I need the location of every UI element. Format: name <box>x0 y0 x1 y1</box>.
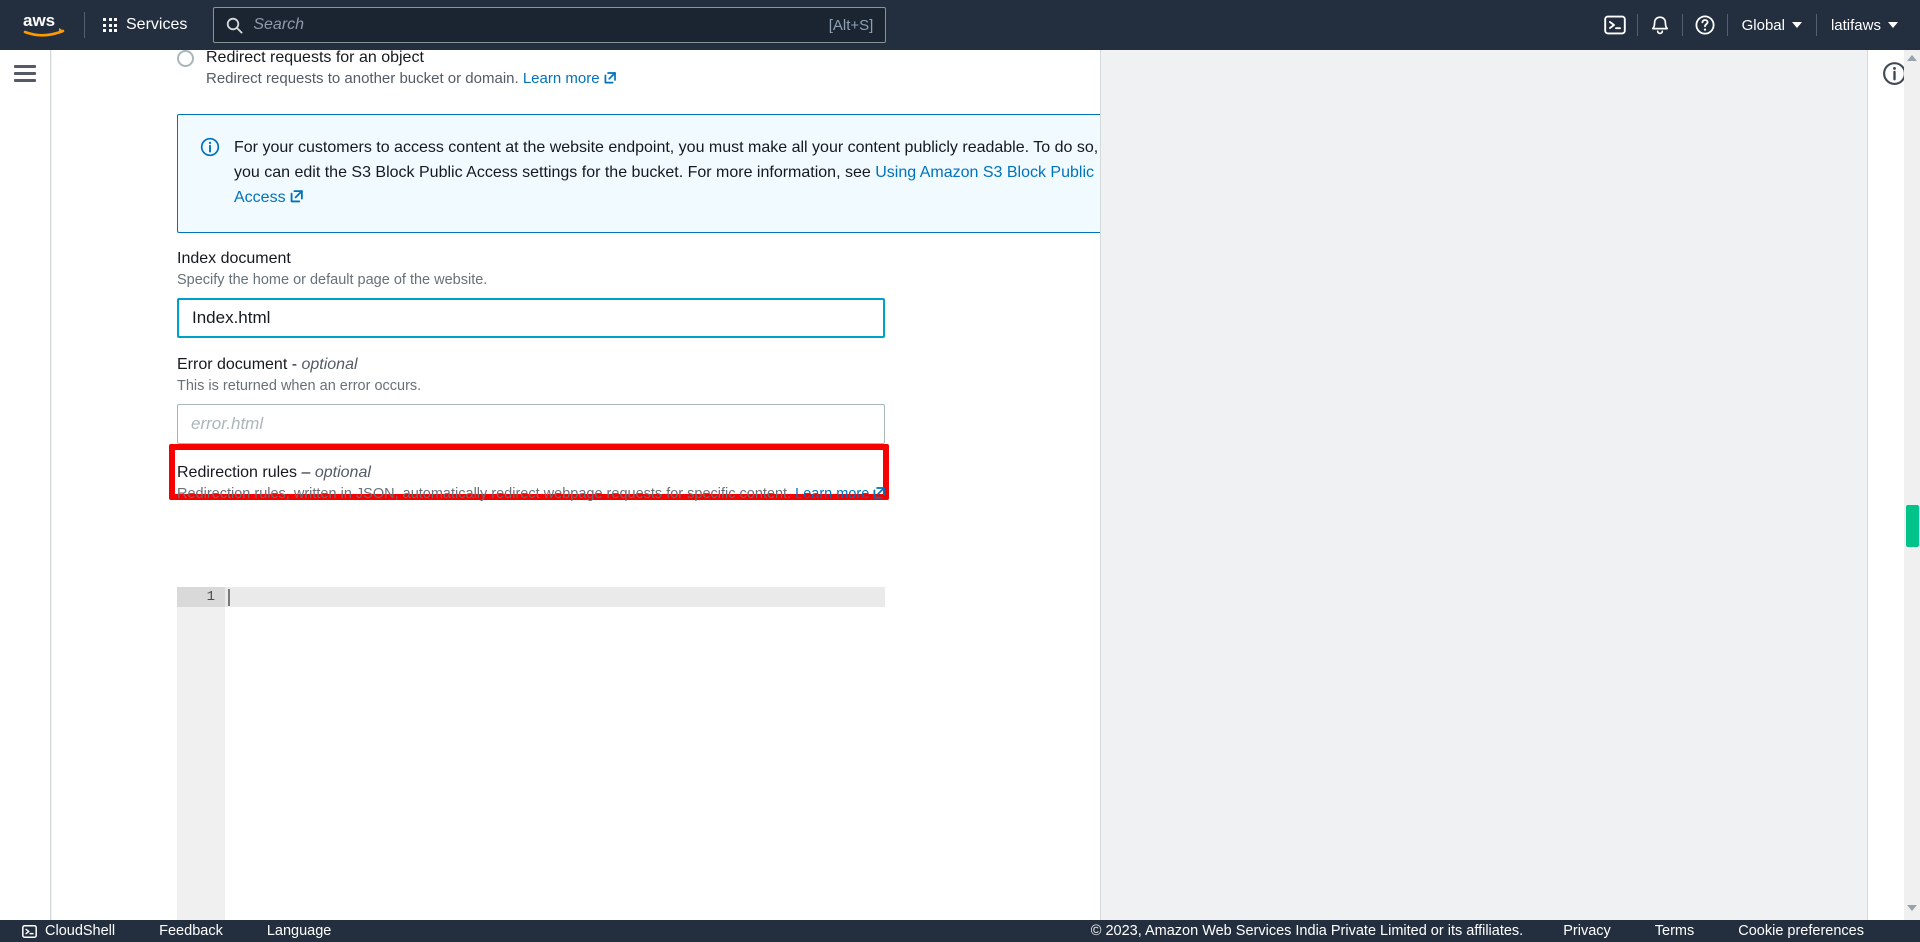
radio-option-description: Redirect requests to another bucket or d… <box>206 69 617 91</box>
error-document-label: Error document - optional <box>177 356 358 373</box>
radio-option-redirect-requests[interactable]: Redirect requests for an object Redirect… <box>177 50 617 91</box>
index-document-label: Index document <box>177 250 291 267</box>
search-input[interactable] <box>253 16 821 34</box>
main-content-pane: Redirect requests for an object Redirect… <box>52 50 1101 920</box>
editor-text-cursor <box>228 589 230 606</box>
aws-logo[interactable]: aws <box>12 0 78 50</box>
left-navigation-rail <box>0 50 51 920</box>
page-scrollbar-track[interactable] <box>1904 50 1920 920</box>
footer-cloudshell-button[interactable]: CloudShell <box>14 923 137 939</box>
top-navigation-bar: aws Services [Alt+S] <box>0 0 1920 50</box>
cloudshell-button[interactable] <box>1593 0 1637 50</box>
search-shortcut-hint: [Alt+S] <box>828 16 874 34</box>
svg-text:aws: aws <box>23 11 55 30</box>
footer-cookie-preferences-link[interactable]: Cookie preferences <box>1716 920 1886 942</box>
redirection-rules-field-group: Redirection rules – optional Redirection… <box>177 462 886 506</box>
footer-feedback-link[interactable]: Feedback <box>137 920 245 942</box>
services-menu-button[interactable]: Services <box>91 7 199 43</box>
alert-message: For your customers to access content at … <box>234 135 1100 212</box>
editor-line-number: 1 <box>177 587 225 607</box>
global-search-box[interactable]: [Alt+S] <box>213 7 887 43</box>
learn-more-link-redirection-rules[interactable]: Learn more <box>795 486 869 502</box>
cloudshell-icon <box>22 924 37 938</box>
redirection-rules-label: Redirection rules – optional <box>177 464 371 481</box>
error-document-description: This is returned when an error occurs. <box>177 378 422 394</box>
footer-cloudshell-label: CloudShell <box>45 923 116 939</box>
notifications-button[interactable] <box>1638 0 1682 50</box>
chevron-down-icon <box>1888 22 1898 28</box>
cloudshell-icon <box>1603 15 1626 35</box>
footer-privacy-link[interactable]: Privacy <box>1541 920 1633 942</box>
learn-more-link-redirect[interactable]: Learn more <box>523 70 600 87</box>
region-selector[interactable]: Global <box>1728 0 1816 50</box>
index-document-description: Specify the home or default page of the … <box>177 272 488 288</box>
hamburger-menu-icon[interactable] <box>14 65 36 82</box>
scroll-down-arrow-icon[interactable] <box>1907 905 1917 911</box>
external-link-icon <box>289 187 304 212</box>
radio-option-label: Redirect requests for an object <box>206 50 424 66</box>
footer-copyright: © 2023, Amazon Web Services India Privat… <box>1090 923 1524 939</box>
editor-active-line[interactable] <box>225 587 885 607</box>
editor-line-number-gutter: 1 <box>177 587 225 920</box>
redirection-rules-description: Redirection rules, written in JSON, auto… <box>177 484 886 506</box>
footer-left-group: CloudShell Feedback Language <box>0 920 353 942</box>
index-document-input[interactable] <box>177 298 885 338</box>
grid-icon <box>103 18 117 32</box>
page-footer: CloudShell Feedback Language © 2023, Ama… <box>0 920 1920 942</box>
error-document-input[interactable] <box>177 404 885 444</box>
footer-language-link[interactable]: Language <box>245 920 354 942</box>
help-button[interactable] <box>1683 0 1727 50</box>
public-access-info-alert: For your customers to access content at … <box>177 114 1100 233</box>
page-shell: Redirect requests for an object Redirect… <box>0 50 1920 920</box>
nav-right-group: Global latifaws <box>1593 0 1920 50</box>
chevron-down-icon <box>1791 22 1802 28</box>
nav-divider <box>84 12 85 38</box>
help-circle-icon <box>1695 15 1715 35</box>
region-label: Global <box>1741 16 1785 34</box>
redirection-rules-code-editor[interactable]: 1 <box>177 587 885 920</box>
info-circle-icon <box>1882 61 1906 85</box>
index-document-field-group: Index document Specify the home or defau… <box>177 248 885 338</box>
page-scrollbar-thumb[interactable] <box>1906 505 1919 547</box>
scroll-up-arrow-icon[interactable] <box>1907 55 1917 61</box>
bell-icon <box>1651 16 1668 35</box>
search-icon <box>227 17 243 34</box>
external-link-icon <box>872 486 886 506</box>
footer-right-group: © 2023, Amazon Web Services India Privat… <box>1073 920 1920 942</box>
account-menu[interactable]: latifaws <box>1817 0 1912 50</box>
services-label: Services <box>126 16 188 33</box>
info-circle-icon <box>200 137 220 212</box>
footer-terms-link[interactable]: Terms <box>1633 920 1716 942</box>
external-link-icon <box>603 71 617 91</box>
radio-button-icon[interactable] <box>177 50 194 67</box>
account-label: latifaws <box>1830 16 1881 34</box>
error-document-field-group: Error document - optional This is return… <box>177 354 885 444</box>
editor-empty-area[interactable] <box>225 607 885 920</box>
